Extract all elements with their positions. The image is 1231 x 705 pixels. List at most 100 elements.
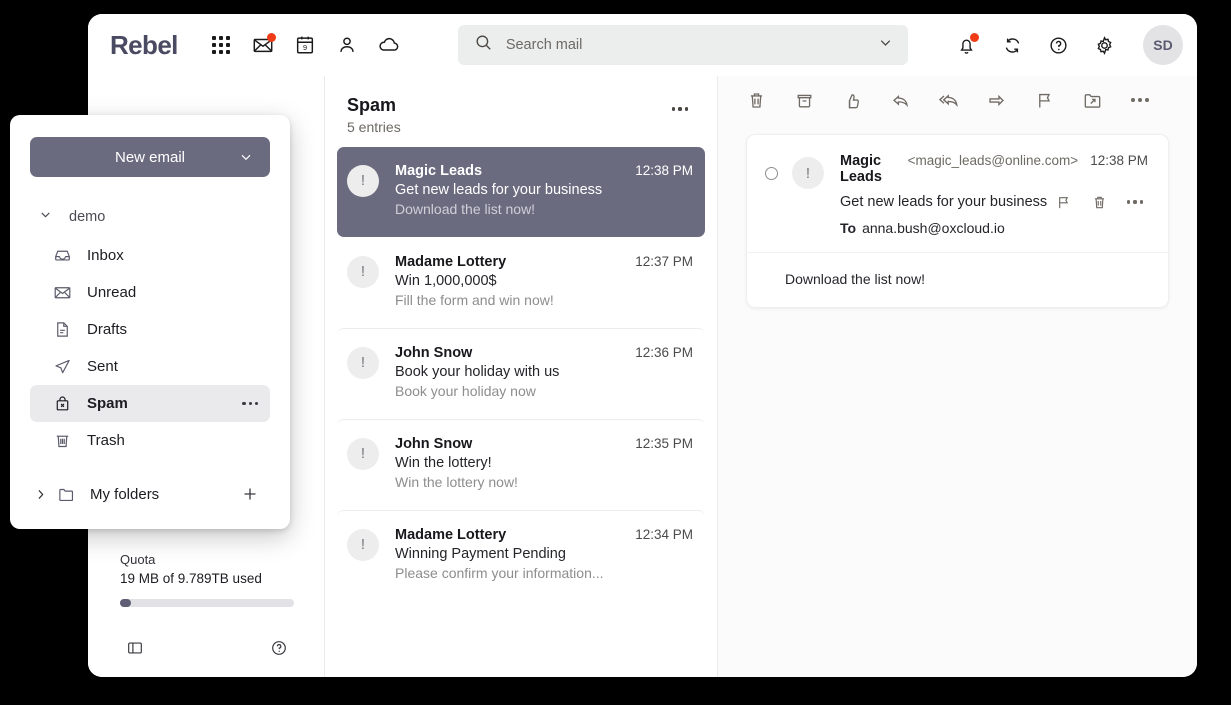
notifications-bell-icon[interactable] [945, 24, 987, 66]
spam-more-dots [242, 402, 258, 405]
message-sender: John Snow [395, 345, 472, 361]
notification-badge [970, 33, 979, 42]
message-avatar: ! [347, 438, 379, 470]
sidebar-item-trash[interactable]: Trash [30, 422, 270, 459]
mail-recipient-row: To anna.bush@oxcloud.io [840, 220, 1148, 236]
message-time: 12:34 PM [625, 527, 693, 542]
reply-all-icon[interactable] [932, 84, 964, 116]
sidebar-item-drafts[interactable]: Drafts [30, 311, 270, 348]
chevron-right-icon[interactable] [32, 487, 48, 502]
sidebar-item-label: Inbox [87, 247, 124, 264]
reading-body: ! Magic Leads <magic_leads@online.com> 1… [718, 124, 1197, 677]
archive-icon[interactable] [788, 84, 820, 116]
mail-header: ! Magic Leads <magic_leads@online.com> 1… [747, 135, 1168, 253]
list-more-options-icon[interactable] [665, 94, 695, 124]
message-sender: Madame Lottery [395, 527, 506, 543]
refresh-icon[interactable] [991, 24, 1033, 66]
message-subject: Book your holiday with us [395, 364, 693, 380]
app-grid-icon[interactable] [200, 24, 242, 66]
sidebar-item-label: Spam [87, 395, 128, 412]
sidebar-item-my-folders[interactable]: My folders [30, 475, 270, 513]
mail-subject: Get new leads for your business [840, 194, 1047, 210]
mail-to-address: anna.bush@oxcloud.io [862, 220, 1005, 236]
mail-select-radio[interactable] [765, 167, 778, 180]
message-preview: Please confirm your information... [395, 565, 693, 581]
move-to-folder-icon[interactable] [1076, 84, 1108, 116]
message-avatar: ! [347, 256, 379, 288]
send-icon [52, 357, 73, 376]
chevron-down-icon[interactable] [238, 149, 254, 165]
toggle-panel-icon[interactable] [120, 633, 150, 663]
reply-icon[interactable] [884, 84, 916, 116]
trash-icon [52, 431, 73, 450]
folder-overlay-panel: New email demo Inbox [10, 115, 290, 529]
message-preview: Win the lottery now! [395, 474, 693, 490]
mail-sender-avatar: ! [792, 157, 824, 189]
mail-unread-badge [267, 33, 276, 42]
spam-folder-more-options-icon[interactable] [242, 402, 258, 405]
rail-footer [120, 633, 294, 663]
help-circle-icon[interactable] [264, 633, 294, 663]
message-time: 12:36 PM [625, 345, 693, 360]
message-avatar: ! [347, 347, 379, 379]
message-list-item[interactable]: ! Madame Lottery 12:37 PM Win 1,000,000$… [337, 237, 705, 328]
sidebar-item-sent[interactable]: Sent [30, 348, 270, 385]
drive-icon[interactable] [368, 24, 410, 66]
account-row-demo[interactable]: demo [30, 203, 270, 231]
brand-logo[interactable]: Rebel [110, 32, 178, 58]
settings-gear-icon[interactable] [1083, 24, 1125, 66]
forward-icon[interactable] [980, 84, 1012, 116]
app-grid-glyph [212, 36, 230, 54]
help-icon[interactable] [1037, 24, 1079, 66]
message-list-item[interactable]: ! Madame Lottery 12:34 PM Winning Paymen… [337, 510, 705, 601]
add-folder-icon[interactable] [240, 484, 260, 504]
sidebar-item-unread[interactable]: Unread [30, 274, 270, 311]
message-list-item[interactable]: ! John Snow 12:36 PM Book your holiday w… [337, 328, 705, 419]
not-spam-thumb-icon[interactable] [836, 84, 868, 116]
user-avatar[interactable]: SD [1143, 25, 1183, 65]
entry-count: 5 entries [347, 119, 401, 135]
contacts-icon[interactable] [326, 24, 368, 66]
message-list-item[interactable]: ! Magic Leads 12:38 PM Get new leads for… [337, 147, 705, 237]
sidebar-item-label: Trash [87, 432, 125, 449]
inbox-icon [52, 246, 73, 265]
search-input[interactable] [506, 37, 877, 53]
message-avatar: ! [347, 165, 379, 197]
mail-to-label: To [840, 220, 856, 236]
message-time: 12:35 PM [625, 436, 693, 451]
delete-icon[interactable] [1086, 189, 1112, 215]
document-icon [52, 320, 73, 339]
mail-more-dots [1127, 200, 1143, 203]
sidebar-item-label: My folders [90, 486, 159, 503]
flag-icon[interactable] [1050, 189, 1076, 215]
mail-icon[interactable] [242, 24, 284, 66]
mail-sender-address: <magic_leads@online.com> [908, 153, 1079, 168]
search-icon [474, 33, 493, 57]
message-list-column: Spam 5 entries ! Magic Leads 12:38 PM Ge [324, 76, 718, 677]
message-time: 12:38 PM [625, 163, 693, 178]
delete-icon[interactable] [740, 84, 772, 116]
mail-time: 12:38 PM [1078, 153, 1148, 168]
reading-toolbar [718, 76, 1197, 124]
sidebar-item-inbox[interactable]: Inbox [30, 237, 270, 274]
sidebar-item-spam[interactable]: Spam [30, 385, 270, 422]
calendar-icon[interactable]: 9 [284, 24, 326, 66]
search-dropdown-chevron-icon[interactable] [877, 34, 894, 56]
sidebar-item-label: Drafts [87, 321, 127, 338]
message-list-item[interactable]: ! John Snow 12:35 PM Win the lottery! Wi… [337, 419, 705, 510]
message-preview: Book your holiday now [395, 383, 693, 399]
mail-body-text: Download the list now! [747, 253, 1168, 307]
message-list[interactable]: ! Magic Leads 12:38 PM Get new leads for… [325, 147, 717, 678]
message-subject: Win the lottery! [395, 455, 693, 471]
new-email-button[interactable]: New email [30, 137, 270, 177]
flag-icon[interactable] [1028, 84, 1060, 116]
search-bar[interactable] [458, 25, 908, 65]
more-options-icon[interactable] [1122, 189, 1148, 215]
more-options-icon[interactable] [1124, 84, 1156, 116]
list-more-dots [672, 107, 688, 110]
page-title: Spam [347, 94, 401, 117]
new-email-label: New email [115, 149, 185, 166]
svg-text:9: 9 [303, 43, 307, 52]
top-bar: Rebel 9 [88, 14, 1197, 76]
message-preview: Download the list now! [395, 201, 693, 217]
